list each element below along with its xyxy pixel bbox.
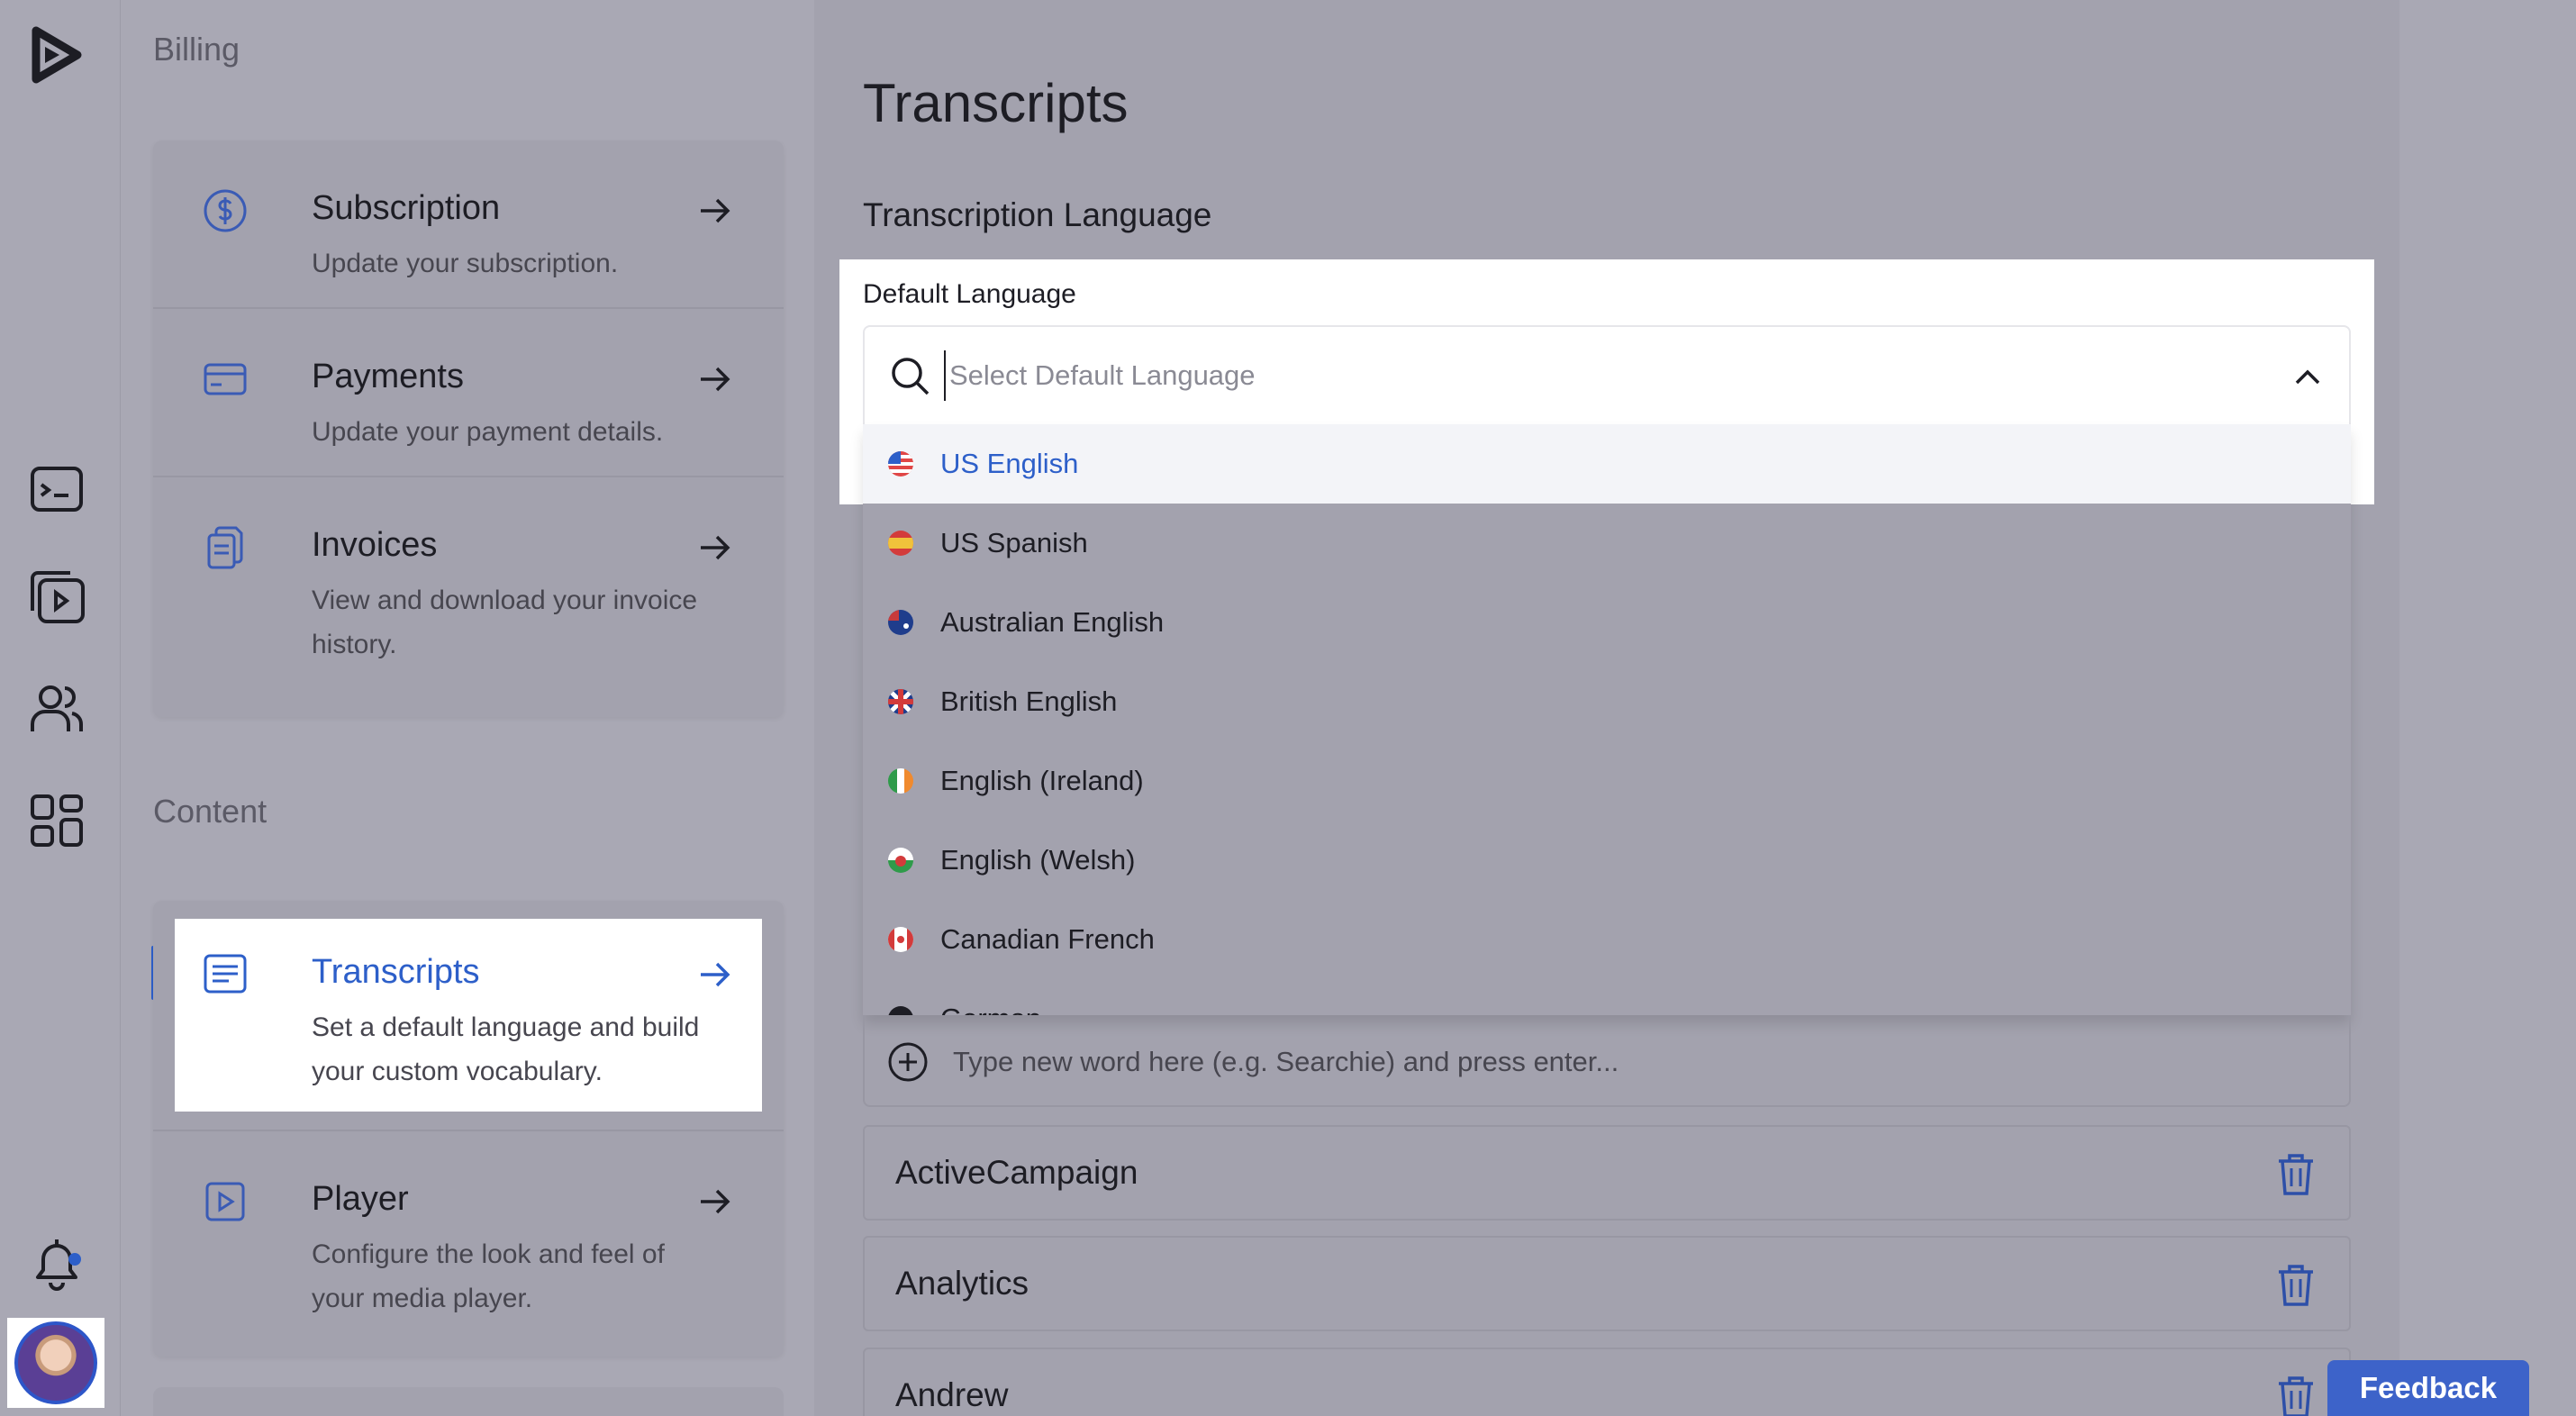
trash-icon[interactable]: [2275, 1373, 2317, 1416]
apps-grid-icon[interactable]: [23, 787, 90, 854]
settings-item-player[interactable]: Player Configure the look and feel of yo…: [153, 1130, 784, 1313]
icon-rail: [0, 0, 121, 1416]
settings-item-title: Invoices: [312, 526, 438, 564]
settings-item-invoices[interactable]: Invoices View and download your invoice …: [153, 477, 784, 715]
arrow-right-icon: [701, 962, 730, 987]
chevron-up-icon[interactable]: [2291, 361, 2324, 394]
settings-item-title: Transcripts: [312, 953, 480, 991]
avatar-photo: [14, 1321, 97, 1404]
language-option-label: British English: [940, 685, 1118, 717]
language-search-input[interactable]: [944, 350, 2205, 401]
add-word-row: [863, 1015, 2351, 1107]
video-library-icon[interactable]: [23, 564, 90, 631]
canada-flag-icon: [888, 927, 913, 952]
ireland-flag-icon: [888, 768, 913, 794]
language-option-label: Australian English: [940, 606, 1165, 638]
wales-flag-icon: [888, 848, 913, 873]
language-option-label: English (Ireland): [940, 765, 1144, 796]
notification-bell-icon[interactable]: [23, 1230, 90, 1297]
transcription-language-heading: Transcription Language: [863, 196, 1212, 233]
trash-icon[interactable]: [2275, 1150, 2317, 1197]
next-card-stub: [153, 1387, 784, 1416]
new-word-input[interactable]: [953, 1037, 2304, 1087]
language-option-label: US Spanish: [940, 527, 1088, 558]
settings-item-title: Payments: [312, 358, 464, 395]
spanish-flag-icon: [888, 531, 913, 556]
arrow-right-icon: [701, 535, 730, 560]
add-circle-icon[interactable]: [886, 1040, 930, 1084]
settings-item-desc: Update your payment details.: [312, 417, 664, 447]
us-flag-icon: [888, 451, 913, 477]
transcript-icon: [204, 954, 247, 994]
logo-icon[interactable]: [23, 22, 90, 88]
transcripts-panel: Transcripts Transcription Language Defau…: [814, 0, 2399, 1416]
language-option[interactable]: British English: [863, 662, 2351, 741]
settings-item-title: Subscription: [312, 189, 501, 227]
content-card: Transcripts Set a default language and b…: [153, 901, 784, 1357]
settings-item-subscription[interactable]: Subscription Update your subscription.: [153, 141, 784, 309]
uk-flag-icon: [888, 689, 913, 714]
language-option[interactable]: German: [863, 979, 2351, 1015]
settings-item-desc: View and download your invoice history.: [312, 585, 698, 659]
media-hub-icon[interactable]: [23, 456, 90, 522]
settings-item-transcripts[interactable]: Transcripts Set a default language and b…: [175, 919, 762, 1112]
language-option[interactable]: Canadian French: [863, 900, 2351, 979]
settings-item-desc: Update your subscription.: [312, 249, 619, 278]
users-icon[interactable]: [23, 676, 90, 742]
billing-section-title: Billing: [153, 31, 240, 68]
language-option-label: US English: [940, 448, 1079, 479]
language-option-label: Canadian French: [940, 923, 1155, 955]
search-icon: [892, 358, 930, 395]
language-option[interactable]: US English: [863, 424, 2351, 504]
player-icon: [205, 1182, 245, 1221]
trash-icon[interactable]: [2275, 1261, 2317, 1308]
page-title: Transcripts: [863, 73, 1129, 133]
vocabulary-item: Andrew: [863, 1348, 2351, 1416]
vocabulary-item: ActiveCampaign: [863, 1125, 2351, 1221]
language-option[interactable]: English (Ireland): [863, 741, 2351, 821]
language-option-label: English (Welsh): [940, 844, 1136, 876]
content-section-title: Content: [153, 793, 268, 830]
germany-flag-icon: [888, 1006, 913, 1015]
vocabulary-word: ActiveCampaign: [895, 1154, 1138, 1191]
language-option[interactable]: US Spanish: [863, 504, 2351, 583]
arrow-right-icon: [701, 1189, 730, 1214]
right-gutter: [2399, 0, 2576, 1416]
language-dropdown: US English US Spanish Australian English…: [863, 424, 2351, 1015]
settings-item-desc: Configure the look and feel of your medi…: [312, 1239, 665, 1313]
billing-card: Subscription Update your subscription. P…: [153, 141, 784, 717]
user-avatar[interactable]: [7, 1318, 104, 1408]
feedback-button[interactable]: Feedback: [2327, 1360, 2529, 1416]
settings-item-payments[interactable]: Payments Update your payment details.: [153, 309, 784, 477]
language-option[interactable]: English (Welsh): [863, 821, 2351, 900]
settings-item-title: Player: [312, 1180, 409, 1218]
australia-flag-icon: [888, 610, 913, 635]
vocabulary-word: Analytics: [895, 1265, 1029, 1302]
credit-card-icon: [204, 363, 247, 395]
language-select[interactable]: [863, 325, 2351, 424]
invoice-icon: [207, 526, 243, 569]
settings-item-desc: Set a default language and build your cu…: [312, 1012, 700, 1086]
language-option[interactable]: Australian English: [863, 583, 2351, 662]
vocabulary-word: Andrew: [895, 1376, 1009, 1413]
language-option-label: German: [940, 1003, 1041, 1015]
dollar-icon: [204, 189, 247, 232]
vocabulary-item: Analytics: [863, 1236, 2351, 1331]
default-language-label: Default Language: [863, 279, 1076, 309]
arrow-right-icon: [701, 198, 730, 223]
settings-sidebar: Billing Subscription Update your subscri…: [121, 0, 814, 1416]
arrow-right-icon: [701, 367, 730, 392]
